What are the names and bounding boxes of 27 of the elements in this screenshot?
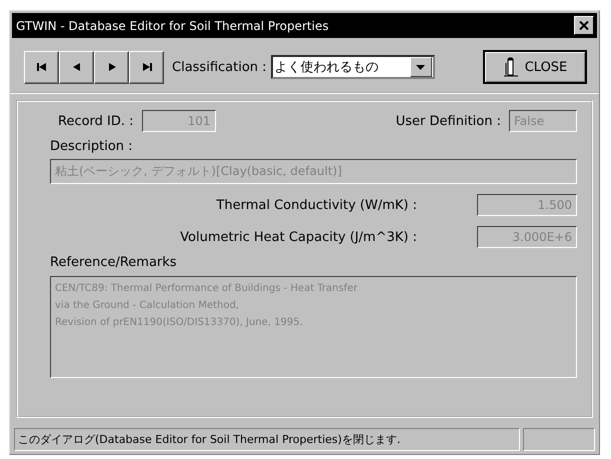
last-record-button[interactable] <box>129 50 164 84</box>
classification-label: Classification : <box>172 60 267 74</box>
classification-dropdown[interactable]: よく使われるもの <box>270 55 435 79</box>
first-record-button[interactable] <box>24 50 59 84</box>
thermal-conductivity-label: Thermal Conductivity (W/mK) : <box>216 198 417 212</box>
description-field[interactable]: 粘土(ベーシック, デフォルト)[Clay(basic, default)] <box>50 159 577 184</box>
previous-record-button[interactable] <box>59 50 94 84</box>
status-pane <box>523 428 595 451</box>
thermal-conductivity-field[interactable]: 1.500 <box>477 194 577 216</box>
close-icon[interactable] <box>574 16 594 35</box>
status-message: このダイアログ(Database Editor for Soil Thermal Properties)を閉じます. <box>14 428 520 451</box>
next-record-button[interactable] <box>94 50 129 84</box>
user-definition-field[interactable]: False <box>509 110 577 132</box>
heat-capacity-field[interactable]: 3.000E+6 <box>477 226 577 248</box>
triangle-arrow-icon[interactable] <box>70 62 82 72</box>
remarks-label: Reference/Remarks <box>50 255 178 270</box>
record-id-field[interactable]: 101 <box>142 110 216 132</box>
window-title: GTWIN - Database Editor for Soil Thermal Properties <box>16 18 329 32</box>
description-label: Description : <box>50 139 134 154</box>
record-id-label: Record ID. : <box>58 114 134 128</box>
heat-capacity-label: Volumetric Heat Capacity (J/m^3K) : <box>180 230 417 244</box>
close-button[interactable]: CLOSE <box>483 50 587 84</box>
remarks-field[interactable]: CEN/TC89: Thermal Performance of Buildings - Heat Transfer via the Ground - Calculation Method, Revision of prEN1190(ISO/DIS13370), June, 1995. <box>50 276 577 378</box>
door-icon[interactable] <box>502 57 519 77</box>
skip-arrow-icon[interactable] <box>36 62 48 72</box>
user-definition-label: User Definition : <box>396 114 501 128</box>
skip-arrow-icon[interactable] <box>140 62 152 72</box>
